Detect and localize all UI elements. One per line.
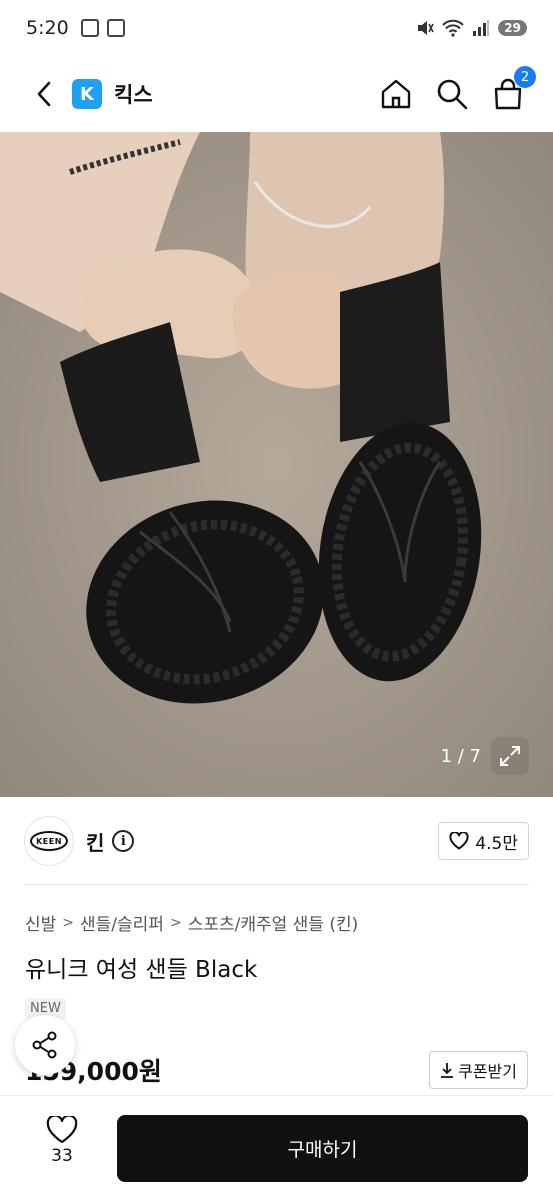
back-icon <box>37 81 51 107</box>
app-header: K 킥스 2 <box>0 56 553 132</box>
expand-button[interactable] <box>491 737 529 775</box>
breadcrumb-item[interactable]: 샌들/슬리퍼 <box>80 910 164 935</box>
store-logo[interactable]: K <box>72 79 102 109</box>
brand-name[interactable]: 킨 <box>86 827 104 856</box>
brand-like-count: 4.5만 <box>475 833 518 854</box>
buy-button[interactable]: 구매하기 <box>117 1115 528 1182</box>
battery-indicator: 29 <box>498 20 527 36</box>
brand-logo-mark: KEEN <box>30 831 68 851</box>
status-time: 5:20 <box>26 17 69 39</box>
product-photo <box>0 132 553 797</box>
signal-icon <box>473 20 490 36</box>
share-icon <box>32 1031 57 1059</box>
status-bar: 5:20 29 <box>0 0 553 56</box>
home-button[interactable] <box>377 75 415 113</box>
store-name[interactable]: 킥스 <box>114 79 153 109</box>
search-button[interactable] <box>433 75 471 113</box>
search-icon <box>437 79 468 110</box>
calendar-icon <box>106 19 125 37</box>
image-counter: 1 / 7 <box>440 746 481 767</box>
brand-logo[interactable]: KEEN <box>24 816 74 866</box>
divider <box>24 884 529 885</box>
bottom-action-bar: 33 구매하기 <box>0 1095 553 1200</box>
download-icon <box>441 1063 454 1078</box>
coupon-label: 쿠폰받기 <box>458 1062 517 1081</box>
info-icon[interactable]: i <box>112 830 135 852</box>
screenshot-icon <box>80 19 99 37</box>
back-button[interactable] <box>24 74 64 114</box>
breadcrumb-item[interactable]: 스포츠/캐주얼 샌들 (킨) <box>188 910 359 935</box>
cart-count-badge: 2 <box>514 66 536 88</box>
product-title: 유니크 여성 샌들 Black <box>25 957 258 983</box>
share-button[interactable] <box>15 1015 75 1075</box>
brand-like-button[interactable]: 4.5만 <box>438 822 529 860</box>
wishlist-count: 33 <box>51 1146 73 1166</box>
heart-icon <box>46 1116 78 1144</box>
breadcrumb: 신발 > 샌들/슬리퍼 > 스포츠/캐주얼 샌들 (킨) <box>25 910 359 936</box>
chevron-right-icon: > <box>169 914 182 931</box>
product-image-carousel[interactable]: 1 / 7 <box>0 132 553 797</box>
breadcrumb-item[interactable]: 신발 <box>25 910 56 935</box>
wifi-icon <box>442 19 465 37</box>
wishlist-button[interactable]: 33 <box>34 1116 90 1166</box>
brand-row: KEEN 킨 i 4.5만 <box>24 815 529 867</box>
cart-button[interactable]: 2 <box>489 66 536 113</box>
mute-icon <box>418 21 435 35</box>
expand-icon <box>500 746 520 766</box>
coupon-button[interactable]: 쿠폰받기 <box>429 1051 528 1089</box>
heart-icon <box>449 832 469 850</box>
chevron-right-icon: > <box>62 914 75 931</box>
home-icon <box>381 79 411 109</box>
